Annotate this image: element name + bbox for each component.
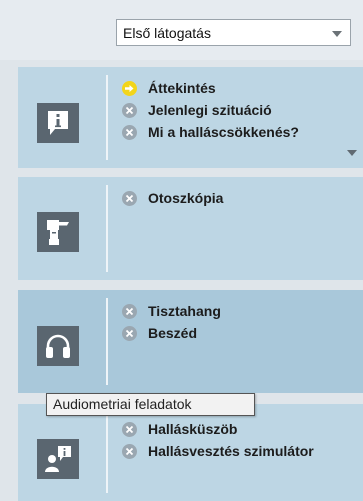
nav-item-beszed[interactable]: Beszéd — [122, 322, 221, 344]
panel-divider — [106, 185, 108, 272]
nav-item-label: Hallásvesztés szimulátor — [148, 443, 314, 459]
nav-item-attekintes[interactable]: Áttekintés — [122, 77, 299, 99]
section-panel-consultation[interactable]: Hallásküszöb Hallásvesztés szimulátor — [18, 404, 363, 501]
nav-item-label: Hallásküszöb — [148, 421, 238, 437]
panel-divider — [106, 75, 108, 160]
x-circle-icon — [122, 124, 137, 140]
info-icon[interactable] — [37, 103, 79, 143]
nav-item-tisztahang[interactable]: Tisztahang — [122, 300, 221, 322]
x-circle-icon — [122, 303, 137, 319]
x-circle-icon — [122, 325, 137, 341]
panel-divider — [106, 412, 108, 493]
top-bar: Első látogatás — [0, 0, 363, 60]
nav-item-label: Tisztahang — [148, 303, 221, 319]
nav-item-hallasvesztes-szimulator[interactable]: Hallásvesztés szimulátor — [122, 440, 314, 462]
nav-item-jelenlegi-szituacio[interactable]: Jelenlegi szituáció — [122, 99, 299, 121]
consultation-icon[interactable] — [37, 439, 79, 479]
x-circle-icon — [122, 443, 137, 459]
otoscope-icon[interactable] — [37, 212, 79, 252]
arrow-right-icon — [122, 80, 137, 96]
nav-item-otoszkopia[interactable]: Otoszkópia — [122, 187, 223, 209]
nav-item-mi-a-hallascsokkenes[interactable]: Mi a halláscsökkenés? — [122, 121, 299, 143]
panel-divider — [106, 298, 108, 385]
section-panel-overview[interactable]: Áttekintés Jelenlegi szituáció Mi a hall… — [18, 67, 363, 168]
headphones-icon[interactable] — [37, 326, 79, 366]
scroll-down-icon[interactable] — [347, 150, 357, 156]
visit-select[interactable]: Első látogatás — [116, 19, 351, 46]
nav-item-label: Otoszkópia — [148, 190, 224, 206]
nav-item-label: Beszéd — [148, 325, 198, 341]
nav-item-hallaskuszob[interactable]: Hallásküszöb — [122, 418, 314, 440]
tooltip: Audiometriai feladatok — [46, 393, 255, 416]
section-panel-otoscopy[interactable]: Otoszkópia — [18, 177, 363, 280]
x-circle-icon — [122, 190, 137, 206]
x-circle-icon — [122, 421, 137, 437]
section-panel-audiometry[interactable]: Tisztahang Beszéd — [18, 290, 363, 393]
nav-item-label: Áttekintés — [148, 80, 216, 96]
nav-item-label: Mi a halláscsökkenés? — [148, 124, 299, 140]
x-circle-icon — [122, 102, 137, 118]
nav-item-label: Jelenlegi szituáció — [148, 102, 272, 118]
visit-select-value: Első látogatás — [123, 25, 211, 41]
chevron-down-icon[interactable] — [332, 31, 342, 37]
